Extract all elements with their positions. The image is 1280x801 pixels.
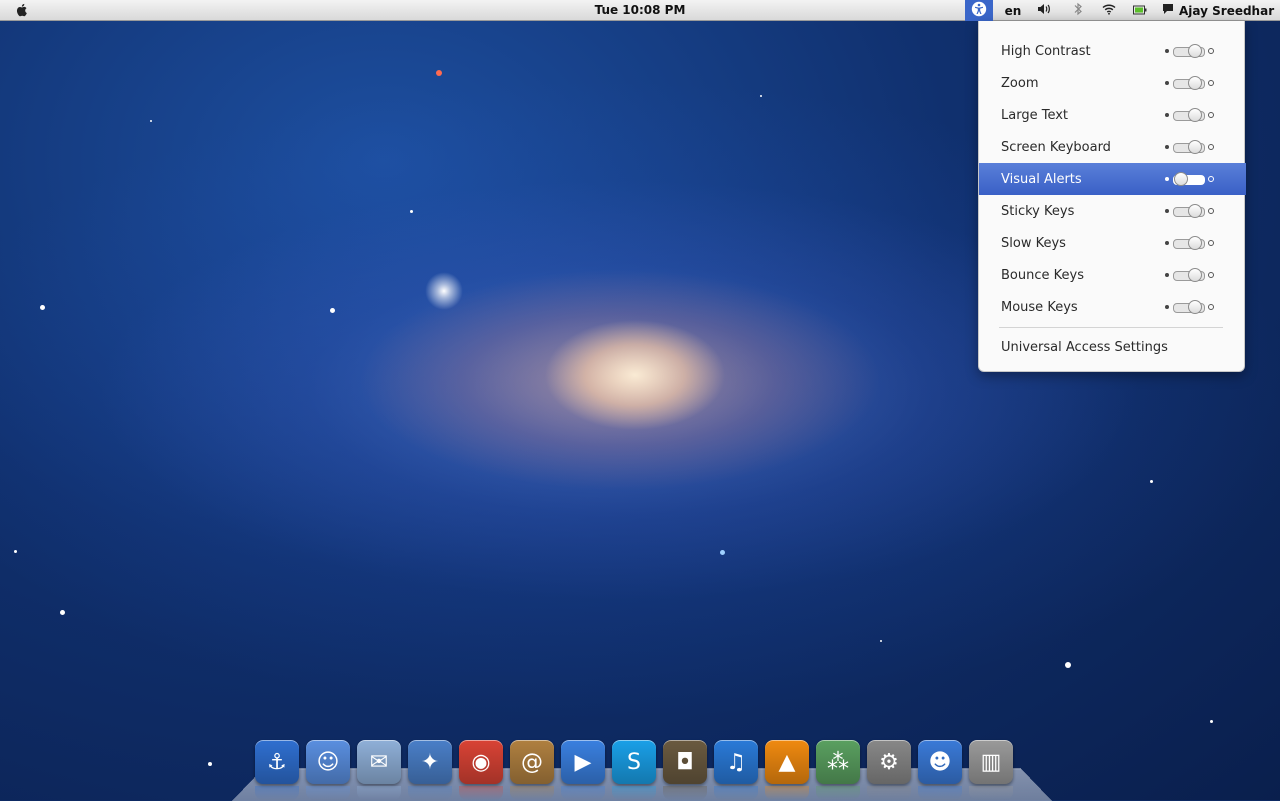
universal-access-settings-item[interactable]: Universal Access Settings xyxy=(979,330,1246,364)
apple-icon[interactable] xyxy=(14,2,30,18)
dock-icon-reflection xyxy=(816,786,860,800)
chrome-icon[interactable]: ◉ xyxy=(459,740,503,784)
menu-bar-clock-wrap: Tue 10:08 PM xyxy=(0,3,1280,17)
dock-icon-reflection xyxy=(255,786,299,800)
dock-icon-reflection xyxy=(765,786,809,800)
speech-bubble-icon xyxy=(1162,3,1174,18)
menu-item-large-text[interactable]: Large Text xyxy=(979,99,1246,131)
star xyxy=(1065,662,1071,668)
menu-item-mouse-keys[interactable]: Mouse Keys xyxy=(979,291,1246,323)
sticky-keys-toggle[interactable] xyxy=(1165,204,1215,218)
battery-menu-item[interactable] xyxy=(1130,0,1150,21)
high-contrast-toggle[interactable] xyxy=(1165,44,1215,58)
dock-icon-reflection xyxy=(969,786,1013,800)
menu-item-slow-keys[interactable]: Slow Keys xyxy=(979,227,1246,259)
language-indicator[interactable]: en xyxy=(1000,0,1026,21)
system-preferences-icon[interactable]: ⚙ xyxy=(867,740,911,784)
menu-item-zoom[interactable]: Zoom xyxy=(979,67,1246,99)
wifi-menu-item[interactable] xyxy=(1098,0,1120,21)
star xyxy=(880,640,882,642)
finder-icon[interactable]: ☺ xyxy=(306,740,350,784)
user-name: Ajay Sreedhar xyxy=(1179,3,1275,18)
language-label: en xyxy=(1004,3,1022,18)
menu-separator xyxy=(999,327,1223,328)
safari-compass-icon[interactable]: ✦ xyxy=(408,740,452,784)
menu-item-sticky-keys[interactable]: Sticky Keys xyxy=(979,195,1246,227)
menu-item-label: Zoom xyxy=(1001,75,1039,91)
dock-icon-reflection xyxy=(306,786,350,800)
star xyxy=(720,550,725,555)
menu-item-label: Slow Keys xyxy=(1001,235,1066,251)
menu-bar-clock[interactable]: Tue 10:08 PM xyxy=(595,3,686,17)
slow-keys-toggle[interactable] xyxy=(1165,236,1215,250)
menu-item-label: Mouse Keys xyxy=(1001,299,1078,315)
anchor-app-icon[interactable]: ⚓ xyxy=(255,740,299,784)
dock-icon-reflection xyxy=(663,786,707,800)
menu-item-label: Sticky Keys xyxy=(1001,203,1075,219)
star xyxy=(40,305,45,310)
visual-alerts-toggle[interactable] xyxy=(1165,172,1215,186)
skype-icon[interactable]: S xyxy=(612,740,656,784)
star xyxy=(60,610,65,615)
battery-icon xyxy=(1133,4,1147,18)
screen-keyboard-toggle[interactable] xyxy=(1165,140,1215,154)
star xyxy=(1150,480,1153,483)
star xyxy=(410,210,413,213)
dock-icon-reflection xyxy=(714,786,758,800)
wifi-icon xyxy=(1102,3,1116,18)
vlc-cone-icon[interactable]: ▲ xyxy=(765,740,809,784)
volume-menu-item[interactable] xyxy=(1034,0,1054,21)
settings-label: Universal Access Settings xyxy=(1001,339,1168,355)
menu-item-visual-alerts[interactable]: Visual Alerts xyxy=(979,163,1246,195)
star xyxy=(760,95,762,97)
menu-item-high-contrast[interactable]: High Contrast xyxy=(979,35,1246,67)
dock-icon-reflection xyxy=(867,786,911,800)
menu-item-label: Screen Keyboard xyxy=(1001,139,1111,155)
star xyxy=(150,120,152,122)
dock-icon-reflection xyxy=(612,786,656,800)
universal-access-menu-item[interactable] xyxy=(965,0,993,21)
star xyxy=(436,70,442,76)
menu-item-screen-keyboard[interactable]: Screen Keyboard xyxy=(979,131,1246,163)
volume-icon xyxy=(1037,3,1051,18)
menu-item-label: Visual Alerts xyxy=(1001,171,1082,187)
menu-item-label: High Contrast xyxy=(1001,43,1091,59)
mail-stamp-icon[interactable]: ✉ xyxy=(357,740,401,784)
menu-item-label: Bounce Keys xyxy=(1001,267,1084,283)
dock-icon-reflection xyxy=(408,786,452,800)
dock-icon-reflection xyxy=(918,786,962,800)
dock-icon-reflection xyxy=(561,786,605,800)
ichat-video-icon[interactable]: ▶ xyxy=(561,740,605,784)
menu-item-bounce-keys[interactable]: Bounce Keys xyxy=(979,259,1246,291)
bounce-keys-toggle[interactable] xyxy=(1165,268,1215,282)
menu-bar: Tue 10:08 PM en Ajay Sreedhar xyxy=(0,0,1280,21)
star xyxy=(330,308,335,313)
menu-item-label: Large Text xyxy=(1001,107,1068,123)
dock-icon-reflection xyxy=(357,786,401,800)
universal-access-icon xyxy=(971,1,987,20)
star xyxy=(425,272,463,310)
address-book-icon[interactable]: @ xyxy=(510,740,554,784)
bluetooth-menu-item[interactable] xyxy=(1068,0,1088,21)
dock-icon-reflection xyxy=(510,786,554,800)
iphoto-icon[interactable]: ◘ xyxy=(663,740,707,784)
user-menu-item[interactable]: Ajay Sreedhar xyxy=(1162,0,1276,21)
itunes-icon[interactable]: ♫ xyxy=(714,740,758,784)
star xyxy=(14,550,17,553)
large-text-toggle[interactable] xyxy=(1165,108,1215,122)
mouse-keys-toggle[interactable] xyxy=(1165,300,1215,314)
dock-icon-reflection xyxy=(459,786,503,800)
messages-icon[interactable]: ☻ xyxy=(918,740,962,784)
bluetooth-icon xyxy=(1073,2,1083,19)
zoom-toggle[interactable] xyxy=(1165,76,1215,90)
star xyxy=(208,762,212,766)
universal-access-menu: High Contrast Zoom Large Text Screen Key… xyxy=(978,21,1246,372)
star xyxy=(1210,720,1213,723)
network-app-icon[interactable]: ⁂ xyxy=(816,740,860,784)
trash-icon[interactable]: ▥ xyxy=(969,740,1013,784)
